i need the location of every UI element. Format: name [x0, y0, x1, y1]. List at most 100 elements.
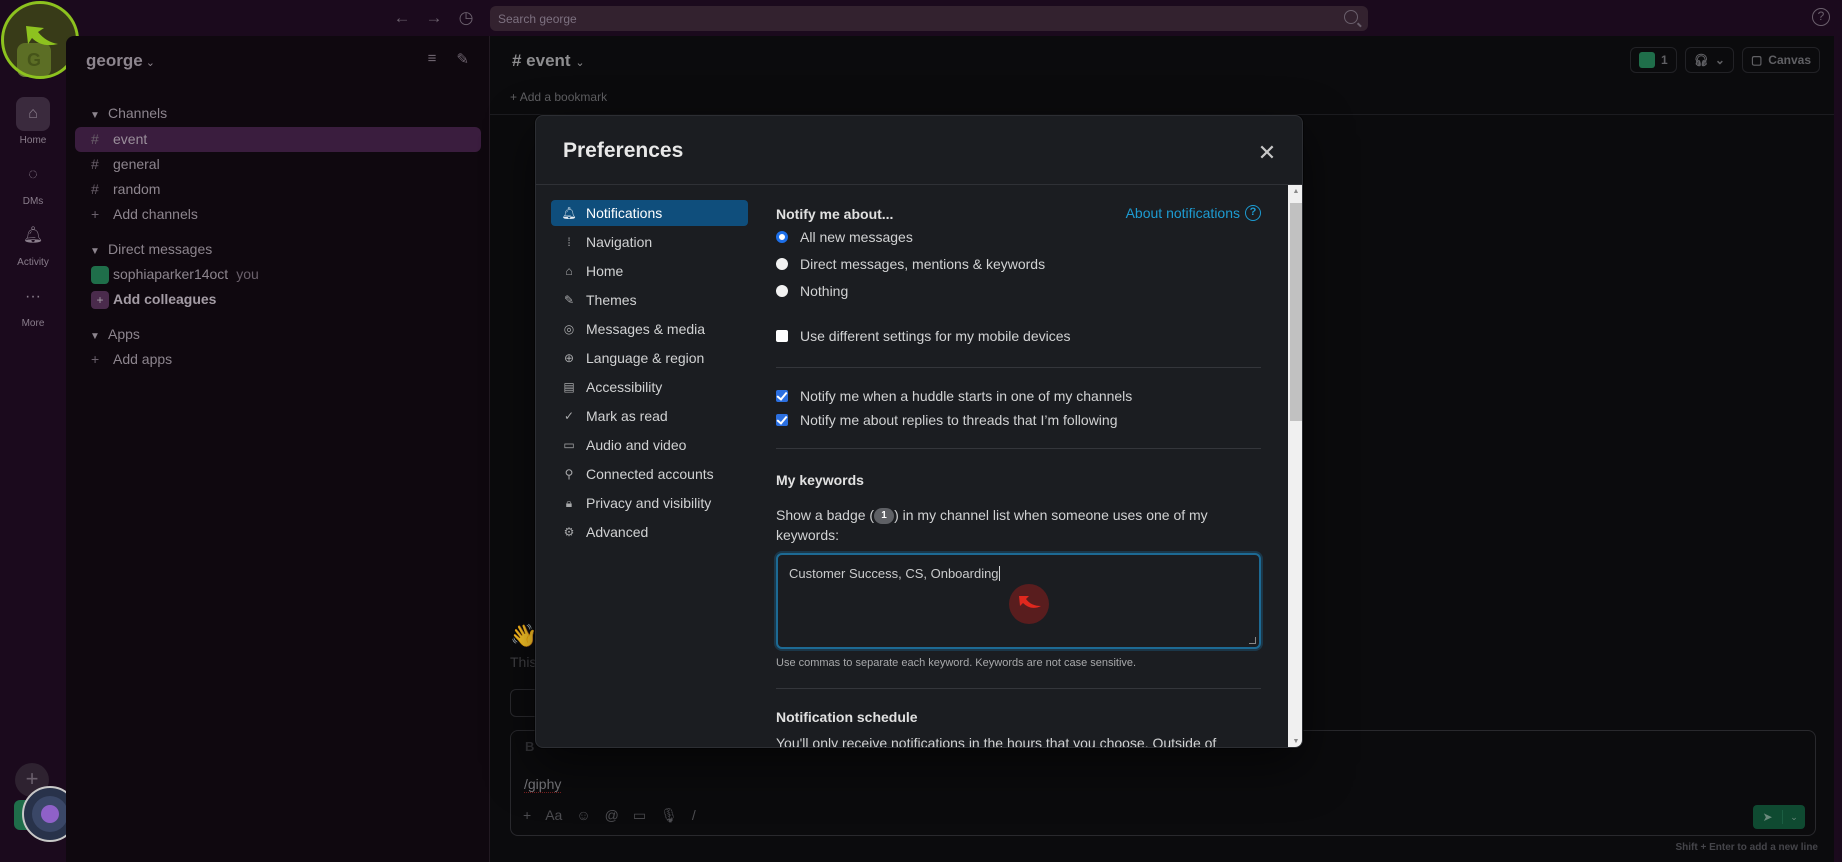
- help-icon[interactable]: ?: [1812, 8, 1830, 26]
- huddle-button[interactable]: 🎧︎ ⌄: [1684, 47, 1734, 73]
- pref-nav-notifications[interactable]: 🔔︎ Notifications: [551, 200, 748, 226]
- pref-nav-mark-as-read[interactable]: ✓ Mark as read: [551, 403, 748, 429]
- compose-icon[interactable]: ✎: [456, 50, 469, 68]
- mention-icon[interactable]: @: [605, 807, 619, 824]
- scroll-down-icon[interactable]: ▼: [1288, 735, 1302, 747]
- pref-nav-home[interactable]: ⌂ Home: [551, 258, 748, 284]
- add-bookmark-label: Add a bookmark: [519, 90, 608, 104]
- slash-command-icon[interactable]: /: [692, 807, 696, 824]
- format-icon[interactable]: Aa: [545, 807, 562, 824]
- radio-button[interactable]: [776, 258, 788, 270]
- modal-title: Preferences: [563, 139, 684, 162]
- nav-label: Mark as read: [586, 408, 668, 424]
- chevron-down-icon[interactable]: ⌄: [1783, 812, 1805, 823]
- pref-nav-connected-accounts[interactable]: ⚲ Connected accounts: [551, 461, 748, 487]
- radio-all-new-messages[interactable]: All new messages: [776, 229, 913, 245]
- channel-name: event: [113, 131, 148, 147]
- attach-plus-icon[interactable]: +: [523, 807, 531, 824]
- members-button[interactable]: 1: [1629, 47, 1677, 73]
- arrow-left-icon[interactable]: ←: [392, 8, 412, 28]
- add-bookmark-button[interactable]: + Add a bookmark: [510, 90, 607, 104]
- radio-nothing[interactable]: Nothing: [776, 283, 848, 299]
- checkbox-huddle-notify[interactable]: Notify me when a huddle starts in one of…: [776, 388, 1132, 404]
- sidebar-channel-general[interactable]: # general: [75, 152, 481, 177]
- modal-scrollbar[interactable]: ▲ ▼: [1288, 185, 1302, 747]
- rail-label: DMs: [22, 196, 44, 207]
- rail-item-home[interactable]: ⌂ Home: [0, 97, 66, 146]
- pref-nav-messages-media[interactable]: ◎ Messages & media: [551, 316, 748, 342]
- keywords-section-title: My keywords: [776, 472, 864, 488]
- resize-handle[interactable]: [1249, 637, 1256, 644]
- pref-nav-audio-video[interactable]: ▭ Audio and video: [551, 432, 748, 458]
- add-colleagues-label: Add colleagues: [113, 291, 217, 307]
- radio-button[interactable]: [776, 231, 788, 243]
- pref-nav-accessibility[interactable]: ▤ Accessibility: [551, 374, 748, 400]
- text-caret: [998, 566, 1000, 581]
- microphone-icon[interactable]: 🎙: [660, 807, 678, 824]
- pref-nav-privacy-visibility[interactable]: 🔒︎ Privacy and visibility: [551, 490, 748, 516]
- plus-icon: +: [91, 351, 100, 367]
- send-button[interactable]: ➤ ⌄: [1753, 805, 1805, 829]
- keywords-text: Customer Success, CS, Onboarding: [789, 566, 999, 581]
- channel-title[interactable]: # event ⌄: [512, 51, 585, 71]
- canvas-button[interactable]: ▢ Canvas: [1741, 47, 1820, 73]
- checkbox-mobile-settings[interactable]: Use different settings for my mobile dev…: [776, 328, 1071, 344]
- search-input[interactable]: Search george: [490, 6, 1368, 31]
- message-input-text: /giphy: [524, 776, 562, 793]
- keywords-helper-text: Use commas to separate each keyword. Key…: [776, 657, 1137, 669]
- curved-arrow-icon: [1019, 596, 1041, 608]
- nav-label: Accessibility: [586, 379, 663, 395]
- emoji-icon[interactable]: ☺: [576, 807, 590, 824]
- rail-label: Activity: [17, 257, 49, 268]
- pref-nav-navigation[interactable]: ⁞ Navigation: [551, 229, 748, 255]
- pref-nav-language-region[interactable]: ⊕ Language & region: [551, 345, 748, 371]
- bell-icon: 🔔︎: [22, 227, 44, 244]
- add-colleagues-button[interactable]: + Add colleagues: [75, 287, 481, 312]
- checkbox-thread-replies[interactable]: Notify me about replies to threads that …: [776, 412, 1118, 428]
- caret-down-icon: ▼: [90, 110, 100, 121]
- canvas-label: Canvas: [1768, 53, 1811, 67]
- nav-label: Advanced: [586, 524, 649, 540]
- about-notifications-link[interactable]: About notifications?: [1126, 205, 1261, 221]
- apps-header[interactable]: ▼ Apps: [90, 326, 140, 342]
- rail-item-activity[interactable]: 🔔︎ Activity: [0, 219, 66, 268]
- channel-intro-text: This: [510, 654, 537, 670]
- dm-header[interactable]: ▼ Direct messages: [90, 241, 212, 257]
- checkbox[interactable]: [776, 390, 788, 402]
- section-divider: [776, 448, 1261, 449]
- channel-sidebar: george ⌄ ≡ ✎ ▼ Channels # event # general # r…: [66, 36, 490, 862]
- composer-hint: Shift + Enter to add a new line: [1675, 842, 1818, 853]
- checkbox[interactable]: [776, 414, 788, 426]
- pref-nav-advanced[interactable]: ⚙ Advanced: [551, 519, 748, 545]
- preferences-modal: Preferences ✕ 🔔︎ Notifications ⁞ Navigatio…: [535, 115, 1303, 748]
- filter-icon[interactable]: ≡: [428, 50, 437, 68]
- add-channels-button[interactable]: + Add channels: [75, 202, 481, 227]
- checkbox[interactable]: [776, 330, 788, 342]
- sidebar-channel-random[interactable]: # random: [75, 177, 481, 202]
- workspace-name[interactable]: george ⌄: [86, 51, 155, 71]
- video-icon[interactable]: ▭: [633, 807, 646, 824]
- arrow-right-icon[interactable]: →: [424, 8, 444, 28]
- section-label: Direct messages: [108, 241, 213, 257]
- scroll-up-icon[interactable]: ▲: [1288, 185, 1302, 199]
- channels-header[interactable]: ▼ Channels: [90, 105, 167, 121]
- radio-button[interactable]: [776, 285, 788, 297]
- rail-label: Home: [19, 135, 47, 146]
- keywords-textarea[interactable]: Customer Success, CS, Onboarding: [776, 553, 1261, 649]
- rail-item-dms[interactable]: ◌ DMs: [0, 158, 66, 207]
- nav-label: Audio and video: [586, 437, 687, 453]
- sidebar-channel-event[interactable]: # event: [75, 127, 481, 152]
- rail-item-more[interactable]: ··· More: [0, 280, 66, 329]
- link-icon: ⚲: [564, 467, 574, 481]
- close-icon[interactable]: ✕: [1252, 138, 1282, 168]
- add-apps-button[interactable]: + Add apps: [75, 347, 481, 372]
- history-nav: ← → ◷: [392, 8, 476, 28]
- sidebar-dm-user[interactable]: sophiaparker14oct you: [75, 262, 481, 287]
- message-input[interactable]: /giphy: [524, 776, 562, 793]
- scrollbar-thumb[interactable]: [1290, 203, 1302, 421]
- plus-icon: +: [91, 206, 100, 222]
- hash-icon: #: [91, 156, 99, 172]
- pref-nav-themes[interactable]: ✎ Themes: [551, 287, 748, 313]
- radio-dms-mentions-keywords[interactable]: Direct messages, mentions & keywords: [776, 256, 1045, 272]
- clock-icon[interactable]: ◷: [456, 8, 476, 28]
